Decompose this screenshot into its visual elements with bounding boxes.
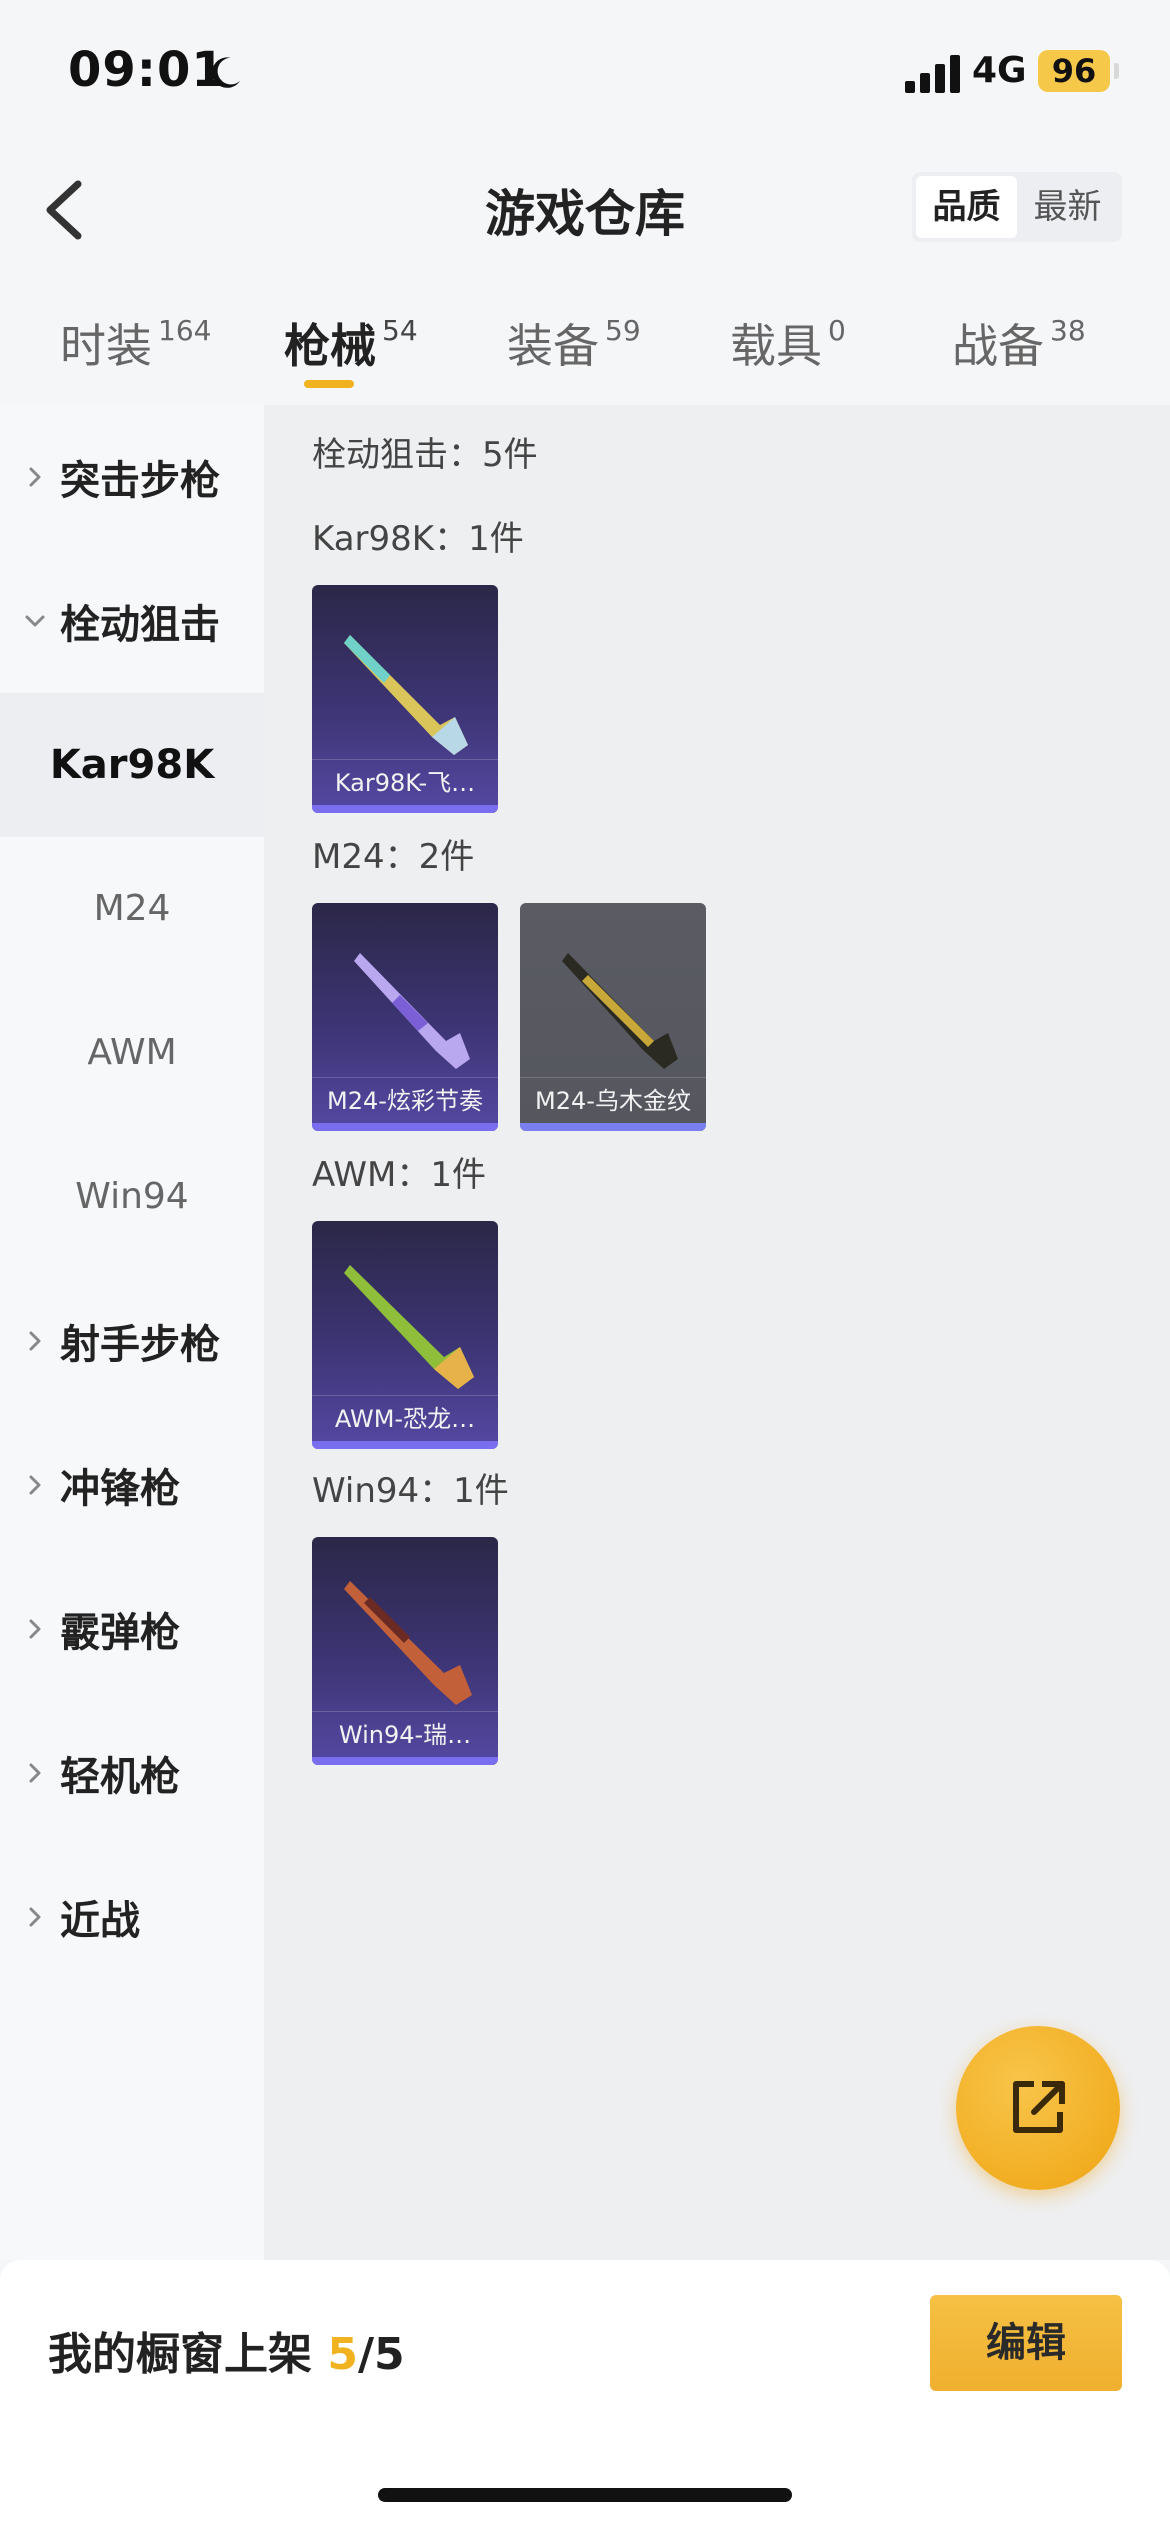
nav-bar: 游戏仓库 品质 最新 [0,150,1170,265]
rarity-bar [312,1441,498,1449]
skin-name: Kar98K-飞… [312,759,498,805]
sidebar-group-assault-rifle[interactable]: 突击步枪 [0,405,264,549]
sort-option-newest[interactable]: 最新 [1017,176,1118,238]
signal-icon [905,55,960,93]
tab-label: 枪械 [284,319,376,373]
chevron-down-icon [25,615,45,627]
sidebar-group-label: 近战 [60,1898,140,1944]
rifle-icon [344,1265,474,1389]
sidebar-item-awm[interactable]: AWM [0,981,264,1125]
rifle-icon [344,635,468,755]
tab-label: 时装 [60,319,152,373]
home-indicator [378,2488,792,2502]
sidebar-group-label: 轻机枪 [60,1754,180,1800]
sidebar-group-label: 射手步枪 [60,1322,220,1368]
tab-count: 38 [1050,314,1086,347]
share-external-icon [1013,2081,1065,2133]
sidebar-group-shotgun[interactable]: 霰弹枪 [0,1557,264,1701]
sidebar-group-label: 霰弹枪 [60,1610,180,1656]
skin-card-m24-1[interactable]: M24-炫彩节奏 [312,903,498,1131]
rarity-bar [312,805,498,813]
chevron-right-icon [29,467,41,487]
skin-card-win94[interactable]: Win94-瑞… [312,1537,498,1765]
sidebar-group-smg[interactable]: 冲锋枪 [0,1413,264,1557]
rarity-bar [312,1757,498,1765]
tab-vehicles[interactable]: 载具 0 [730,310,846,376]
tab-supplies[interactable]: 战备 38 [952,310,1086,376]
sidebar-group-melee[interactable]: 近战 [0,1845,264,1989]
tab-label: 装备 [507,319,599,373]
battery-level: 96 [1038,50,1110,92]
showcase-label: 我的橱窗上架 [48,2329,312,2380]
status-bar: 09:01 4G 96 [0,0,1170,150]
tab-fashion[interactable]: 时装 164 [60,310,211,376]
chevron-right-icon [29,1619,41,1639]
tab-count: 0 [828,314,846,347]
skin-name: M24-乌木金纹 [520,1077,706,1123]
section-title-win94: Win94：1件 [312,1471,509,1511]
chevron-right-icon [29,1475,41,1495]
network-type: 4G [972,50,1027,91]
sidebar-item-kar98k[interactable]: Kar98K [0,693,264,837]
active-tab-indicator [304,380,354,388]
rarity-bar [520,1123,706,1131]
sidebar: 突击步枪 栓动狙击 Kar98K M24 AWM Win94 射手步枪 冲锋枪 … [0,405,264,2260]
tab-guns[interactable]: 枪械 54 [284,310,418,376]
showcase-current: 5 [327,2329,358,2380]
rifle-icon [354,953,470,1069]
tab-equipment[interactable]: 装备 59 [507,310,641,376]
section-title-m24: M24：2件 [312,837,475,877]
skin-card-m24-2[interactable]: M24-乌木金纹 [520,903,706,1131]
status-time: 09:01 [68,42,226,98]
battery-tip [1114,63,1119,79]
sidebar-group-label: 冲锋枪 [60,1466,180,1512]
rarity-bar [312,1123,498,1131]
skin-name: M24-炫彩节奏 [312,1077,498,1123]
sort-toggle: 品质 最新 [912,172,1122,242]
sidebar-group-marksman-rifle[interactable]: 射手步枪 [0,1269,264,1413]
moon-icon [212,57,241,88]
skin-card-kar98k[interactable]: Kar98K-飞… [312,585,498,813]
section-title-kar98k: Kar98K：1件 [312,519,524,559]
tab-count: 54 [382,314,418,347]
sidebar-group-lmg[interactable]: 轻机枪 [0,1701,264,1845]
category-tabs: 时装 164 枪械 54 装备 59 载具 0 战备 38 [0,290,1170,400]
share-fab[interactable] [956,2026,1120,2190]
sidebar-item-m24[interactable]: M24 [0,837,264,981]
showcase-total: /5 [357,2329,405,2380]
chevron-right-icon [29,1907,41,1927]
sidebar-group-label: 突击步枪 [60,458,220,504]
edit-button[interactable]: 编辑 [930,2295,1122,2391]
tab-label: 载具 [730,319,822,373]
tab-count: 59 [605,314,641,347]
chevron-right-icon [29,1331,41,1351]
tab-count: 164 [158,314,212,347]
sidebar-item-win94[interactable]: Win94 [0,1125,264,1269]
rifle-icon [344,1581,472,1705]
chevron-right-icon [29,1763,41,1783]
section-title-awm: AWM：1件 [312,1155,486,1195]
content-panel: 栓动狙击：5件 Kar98K：1件 Kar98K-飞… M24：2件 M24-炫… [264,405,1170,2260]
sort-option-quality[interactable]: 品质 [916,176,1017,238]
sidebar-group-bolt-sniper[interactable]: 栓动狙击 [0,549,264,693]
skin-name: Win94-瑞… [312,1711,498,1757]
category-title: 栓动狙击：5件 [312,435,538,475]
skin-card-awm[interactable]: AWM-恐龙… [312,1221,498,1449]
rifle-icon [562,953,678,1069]
tab-label: 战备 [952,319,1044,373]
sidebar-group-label: 栓动狙击 [60,602,220,648]
skin-name: AWM-恐龙… [312,1395,498,1441]
showcase-status: 我的橱窗上架 5/5 [48,2318,405,2382]
